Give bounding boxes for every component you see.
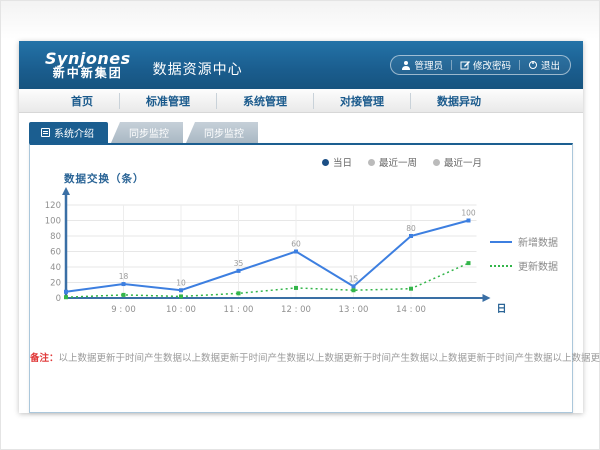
- footnote-prefix: 备注：: [30, 353, 59, 364]
- screenshot-canvas: Synjones 新中新集团 数据资源中心 管理员 修改密码: [0, 0, 600, 450]
- footnote: 备注：以上数据更新于时间产生数据以上数据更新于时间产生数据以上数据更新于时间产生…: [30, 350, 572, 364]
- legend-label: 新增数据: [518, 234, 558, 249]
- svg-text:10: 10: [176, 278, 186, 287]
- svg-text:100: 100: [45, 217, 61, 227]
- svg-text:20: 20: [50, 279, 61, 289]
- user-icon: [401, 60, 411, 70]
- radio-unselected-icon: [433, 159, 440, 166]
- nav-item-home[interactable]: 首页: [45, 93, 120, 109]
- svg-text:120: 120: [45, 201, 61, 211]
- logout-button[interactable]: 退出: [528, 58, 560, 72]
- change-password-label: 修改密码: [473, 58, 511, 72]
- radio-label: 当日: [333, 155, 352, 169]
- radio-unselected-icon: [368, 159, 375, 166]
- brand-logo-cn: 新中新集团: [45, 67, 131, 80]
- radio-today[interactable]: 当日: [322, 155, 352, 169]
- svg-text:100: 100: [461, 209, 476, 218]
- svg-text:80: 80: [406, 224, 416, 233]
- svg-text:14 : 00: 14 : 00: [396, 305, 426, 315]
- user-toolbar: 管理员 修改密码 退出: [390, 55, 571, 75]
- logout-icon: [528, 60, 538, 70]
- y-axis-title: 数据交换（条）: [64, 171, 572, 186]
- footnote-text: 以上数据更新于时间产生数据以上数据更新于时间产生数据以上数据更新于时间产生数据以…: [59, 353, 600, 364]
- range-filter: 当日 最近一周 最近一月: [322, 155, 482, 169]
- tab-sync-monitor-1[interactable]: 同步监控: [111, 122, 183, 143]
- legend-item: 更新数据: [490, 258, 558, 273]
- app-header: Synjones 新中新集团 数据资源中心 管理员 修改密码: [19, 41, 583, 89]
- content-panel: 当日 最近一周 最近一月 数据交换（条） 0 20 40 60 80 100 120 9 : …: [29, 143, 573, 413]
- tab-label: 同步监控: [129, 125, 169, 140]
- page-title: 数据资源中心: [153, 51, 243, 79]
- tab-system-intro[interactable]: 系统介绍: [29, 122, 108, 143]
- svg-text:12 : 00: 12 : 00: [281, 305, 311, 315]
- logout-label: 退出: [541, 58, 560, 72]
- nav-item-interface-mgmt[interactable]: 对接管理: [314, 93, 411, 109]
- svg-text:80: 80: [50, 232, 61, 242]
- nav-item-system-mgmt[interactable]: 系统管理: [217, 93, 314, 109]
- divider: [451, 60, 452, 70]
- svg-text:日期（小时）: 日期（小时）: [497, 302, 507, 315]
- svg-text:15: 15: [349, 274, 359, 283]
- solid-line-swatch: [490, 241, 512, 243]
- tab-label: 同步监控: [204, 125, 244, 140]
- svg-text:9 : 00: 9 : 00: [111, 305, 136, 315]
- change-password-button[interactable]: 修改密码: [460, 58, 511, 72]
- divider: [519, 60, 520, 70]
- radio-last-week[interactable]: 最近一周: [368, 155, 417, 169]
- dotted-line-swatch: [490, 265, 512, 267]
- radio-label: 最近一周: [379, 155, 417, 169]
- app-window: Synjones 新中新集团 数据资源中心 管理员 修改密码: [19, 41, 583, 413]
- legend-item: 新增数据: [490, 234, 558, 249]
- nav-item-data-changes[interactable]: 数据异动: [411, 93, 507, 109]
- svg-text:13 : 00: 13 : 00: [339, 305, 369, 315]
- brand-logo-text: Synjones: [45, 50, 131, 68]
- radio-label: 最近一月: [444, 155, 482, 169]
- tab-sync-monitor-2[interactable]: 同步监控: [186, 122, 258, 143]
- svg-text:11 : 00: 11 : 00: [224, 305, 254, 315]
- chart-legend: 新增数据更新数据: [490, 234, 558, 273]
- line-chart: 0 20 40 60 80 100 120 9 : 00 10 : 00 11 : 00 12 : …: [36, 186, 506, 320]
- main-nav: 首页 标准管理 系统管理 对接管理 数据异动: [19, 89, 583, 113]
- user-label: 管理员: [414, 58, 443, 72]
- legend-label: 更新数据: [518, 258, 558, 273]
- svg-text:10 : 00: 10 : 00: [166, 305, 196, 315]
- svg-text:0: 0: [56, 294, 61, 304]
- tab-label: 系统介绍: [54, 125, 94, 140]
- radio-last-month[interactable]: 最近一月: [433, 155, 482, 169]
- svg-text:35: 35: [234, 259, 244, 268]
- brand-logo: Synjones 新中新集团: [45, 50, 131, 81]
- edit-icon: [460, 60, 470, 70]
- document-icon: [41, 128, 50, 137]
- current-user-button[interactable]: 管理员: [401, 58, 443, 72]
- tab-bar: 系统介绍 同步监控 同步监控: [29, 126, 573, 143]
- radio-selected-icon: [322, 159, 329, 166]
- chart-area: 0 20 40 60 80 100 120 9 : 00 10 : 00 11 : 00 12 : …: [36, 186, 572, 324]
- svg-text:60: 60: [291, 240, 301, 249]
- nav-item-standard-mgmt[interactable]: 标准管理: [120, 93, 217, 109]
- svg-text:40: 40: [50, 263, 61, 273]
- svg-text:60: 60: [50, 248, 61, 258]
- svg-text:18: 18: [119, 272, 129, 281]
